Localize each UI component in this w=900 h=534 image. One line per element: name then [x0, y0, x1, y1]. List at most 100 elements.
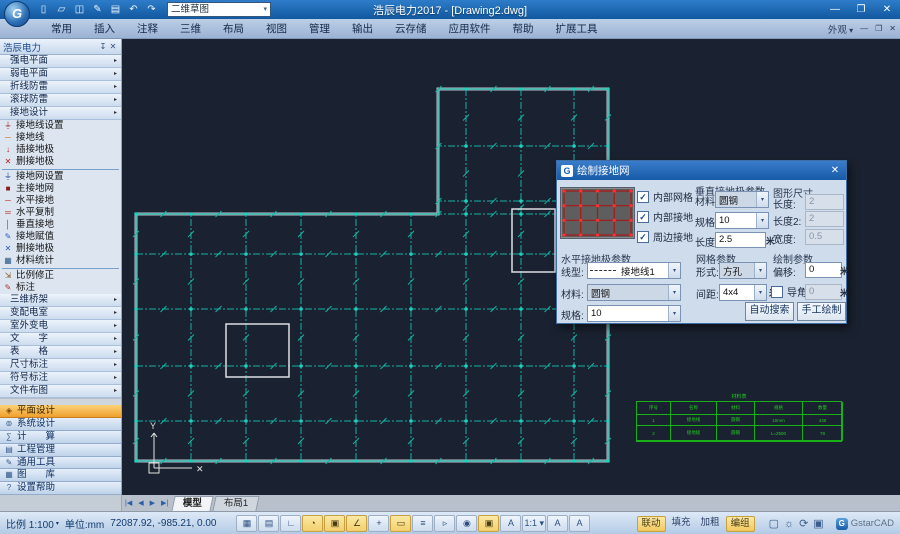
- ribbon-tab-0[interactable]: 常用: [40, 20, 83, 38]
- sidebar-group-top-0[interactable]: 强电平面▸: [0, 55, 121, 68]
- quick-properties-toggle[interactable]: ▹: [434, 515, 455, 532]
- dyn-input-toggle[interactable]: +: [368, 515, 389, 532]
- tab-nav-1[interactable]: ◀: [135, 496, 146, 511]
- sidebar-tool-a-2[interactable]: ↓插接地极: [0, 144, 121, 156]
- ribbon-tab-4[interactable]: 布局: [212, 20, 255, 38]
- vertical-material-select[interactable]: 圆钢▾: [715, 191, 769, 208]
- app-logo-button[interactable]: G: [4, 1, 30, 27]
- size-length2-input[interactable]: 2: [805, 211, 844, 227]
- inner-grid-checkbox[interactable]: ✓ 内部网格: [637, 189, 693, 204]
- sidebar-tool-b-2[interactable]: ─水平接地: [0, 195, 121, 207]
- sidebar-tool-a-3[interactable]: ✕删接地极: [0, 156, 121, 168]
- save-icon[interactable]: ◫: [72, 3, 87, 17]
- linetype-select[interactable]: 接地线1 ▾: [587, 262, 681, 279]
- ortho-toggle[interactable]: ∟: [280, 515, 301, 532]
- annotation-all-toggle[interactable]: A: [569, 515, 590, 532]
- tab-nav-0[interactable]: |◀: [122, 496, 135, 511]
- category-4[interactable]: ✎通用工具: [0, 457, 121, 470]
- ribbon-tab-3[interactable]: 三维: [169, 20, 212, 38]
- new-icon[interactable]: ▯: [36, 3, 51, 17]
- doc-close-button[interactable]: ✕: [889, 24, 896, 33]
- ribbon-tab-8[interactable]: 云存储: [384, 20, 438, 38]
- minimize-button[interactable]: —: [822, 0, 848, 19]
- appearance-dropdown[interactable]: 外观 ▾: [828, 22, 853, 36]
- open-icon[interactable]: ▱: [54, 3, 69, 17]
- ribbon-tab-10[interactable]: 帮助: [502, 20, 545, 38]
- close-button[interactable]: ✕: [874, 0, 900, 19]
- sidebar-tool-b-3[interactable]: ═水平复制: [0, 207, 121, 219]
- sidebar-tool-b-7[interactable]: ▦材料统计: [0, 255, 121, 267]
- sidebar-group-top-2[interactable]: 折线防雷▸: [0, 81, 121, 94]
- osnap-toggle[interactable]: ▣: [324, 515, 345, 532]
- sidebar-tool-c-0[interactable]: ⇲比例修正: [0, 270, 121, 282]
- toggle-2[interactable]: 加粗: [697, 516, 724, 532]
- annotation-visibility-toggle[interactable]: A: [500, 515, 521, 532]
- ribbon-tab-5[interactable]: 视图: [255, 20, 298, 38]
- ribbon-tab-9[interactable]: 应用软件: [438, 20, 502, 38]
- auto-search-button[interactable]: 自动搜索: [745, 302, 794, 321]
- selection-cycling-toggle[interactable]: ◉: [456, 515, 477, 532]
- category-3[interactable]: ▤工程管理: [0, 444, 121, 457]
- redo-icon[interactable]: ↷: [144, 3, 159, 17]
- vertical-spec-select[interactable]: 10▾: [715, 212, 769, 229]
- sidebar-group-bottom-7[interactable]: 文件布图▸: [0, 385, 121, 398]
- otrack-toggle[interactable]: ∠: [346, 515, 367, 532]
- sidebar-group-top-3[interactable]: 滚球防雷▸: [0, 94, 121, 107]
- layout-tab-0[interactable]: 模型: [172, 496, 214, 511]
- grid-form-select[interactable]: 方孔▾: [719, 262, 767, 279]
- sidebar-group-bottom-0[interactable]: 三维桥架▸: [0, 294, 121, 307]
- ribbon-tab-6[interactable]: 管理: [298, 20, 341, 38]
- scale-select[interactable]: 比例 1:100▾: [6, 516, 59, 531]
- manual-draw-button[interactable]: 手工绘制: [797, 302, 846, 321]
- horizontal-material-select[interactable]: 圆钢▾: [587, 284, 681, 301]
- chamfer-checkbox[interactable]: 导角:: [771, 284, 810, 299]
- dialog-title-bar[interactable]: G 绘制接地网 ✕: [557, 161, 846, 180]
- maximize-button[interactable]: ❐: [848, 0, 874, 19]
- toggle-3[interactable]: 编组: [726, 516, 755, 532]
- sidebar-group-bottom-2[interactable]: 室外变电▸: [0, 320, 121, 333]
- clean-screen-icon[interactable]: ▢: [769, 514, 779, 534]
- ribbon-tab-1[interactable]: 插入: [83, 20, 126, 38]
- category-0[interactable]: ◈平面设计: [0, 405, 121, 418]
- toggle-1[interactable]: 填充: [668, 516, 695, 532]
- sidebar-group-bottom-6[interactable]: 符号标注▸: [0, 372, 121, 385]
- sidebar-tool-a-0[interactable]: ⏚接地线设置: [0, 120, 121, 132]
- lineweight-toggle[interactable]: ≡: [412, 515, 433, 532]
- lightbulb-icon[interactable]: ☼: [784, 514, 794, 534]
- polar-toggle[interactable]: ◔: [302, 515, 323, 532]
- sidebar-group-top-1[interactable]: 弱电平面▸: [0, 68, 121, 81]
- close-icon[interactable]: ✕: [108, 42, 118, 51]
- sidebar-tool-b-4[interactable]: │垂直接地: [0, 219, 121, 231]
- sidebar-tool-b-1[interactable]: ■主接地网: [0, 183, 121, 195]
- toggle-0[interactable]: 联动: [637, 516, 666, 532]
- ribbon-tab-11[interactable]: 扩展工具: [545, 20, 609, 38]
- pin-icon[interactable]: ↧: [98, 42, 108, 51]
- perimeter-ground-checkbox[interactable]: ✓ 周边接地: [637, 229, 693, 244]
- sidebar-tool-b-0[interactable]: ⏚接地网设置: [0, 171, 121, 183]
- category-6[interactable]: ?设置帮助: [0, 482, 121, 495]
- plot-icon[interactable]: ▤: [108, 3, 123, 17]
- tab-nav-3[interactable]: ▶|: [158, 496, 171, 511]
- dialog-close-icon[interactable]: ✕: [828, 165, 842, 176]
- offset-input[interactable]: 0: [805, 262, 842, 278]
- inner-ground-checkbox[interactable]: ✓ 内部接地: [637, 209, 693, 224]
- doc-restore-button[interactable]: ❐: [875, 24, 882, 33]
- sidebar-group-bottom-3[interactable]: 文 字▸: [0, 333, 121, 346]
- sidebar-tool-a-1[interactable]: ─接地线: [0, 132, 121, 144]
- vertical-length-input[interactable]: 2.5: [715, 232, 766, 248]
- grid-spacing-select[interactable]: 4x4▾: [719, 284, 767, 301]
- doc-minimize-button[interactable]: —: [860, 24, 868, 33]
- save-as-icon[interactable]: ✎: [90, 3, 105, 17]
- ribbon-tab-2[interactable]: 注释: [126, 20, 169, 38]
- annotation-monitor-toggle[interactable]: ▣: [478, 515, 499, 532]
- sidebar-tool-c-1[interactable]: ✎标注: [0, 282, 121, 294]
- size-length-input[interactable]: 2: [805, 194, 844, 210]
- category-1[interactable]: ⊚系统设计: [0, 418, 121, 431]
- autoscale-toggle[interactable]: A: [547, 515, 568, 532]
- category-2[interactable]: ∑计 算: [0, 431, 121, 444]
- sidebar-group-bottom-4[interactable]: 表 格▸: [0, 346, 121, 359]
- sidebar-tool-b-5[interactable]: ✎接地赋值: [0, 231, 121, 243]
- size-width-input[interactable]: 0.5: [805, 229, 844, 245]
- category-5[interactable]: ▦图 库: [0, 469, 121, 482]
- sidebar-tool-b-6[interactable]: ✕删接地极: [0, 243, 121, 255]
